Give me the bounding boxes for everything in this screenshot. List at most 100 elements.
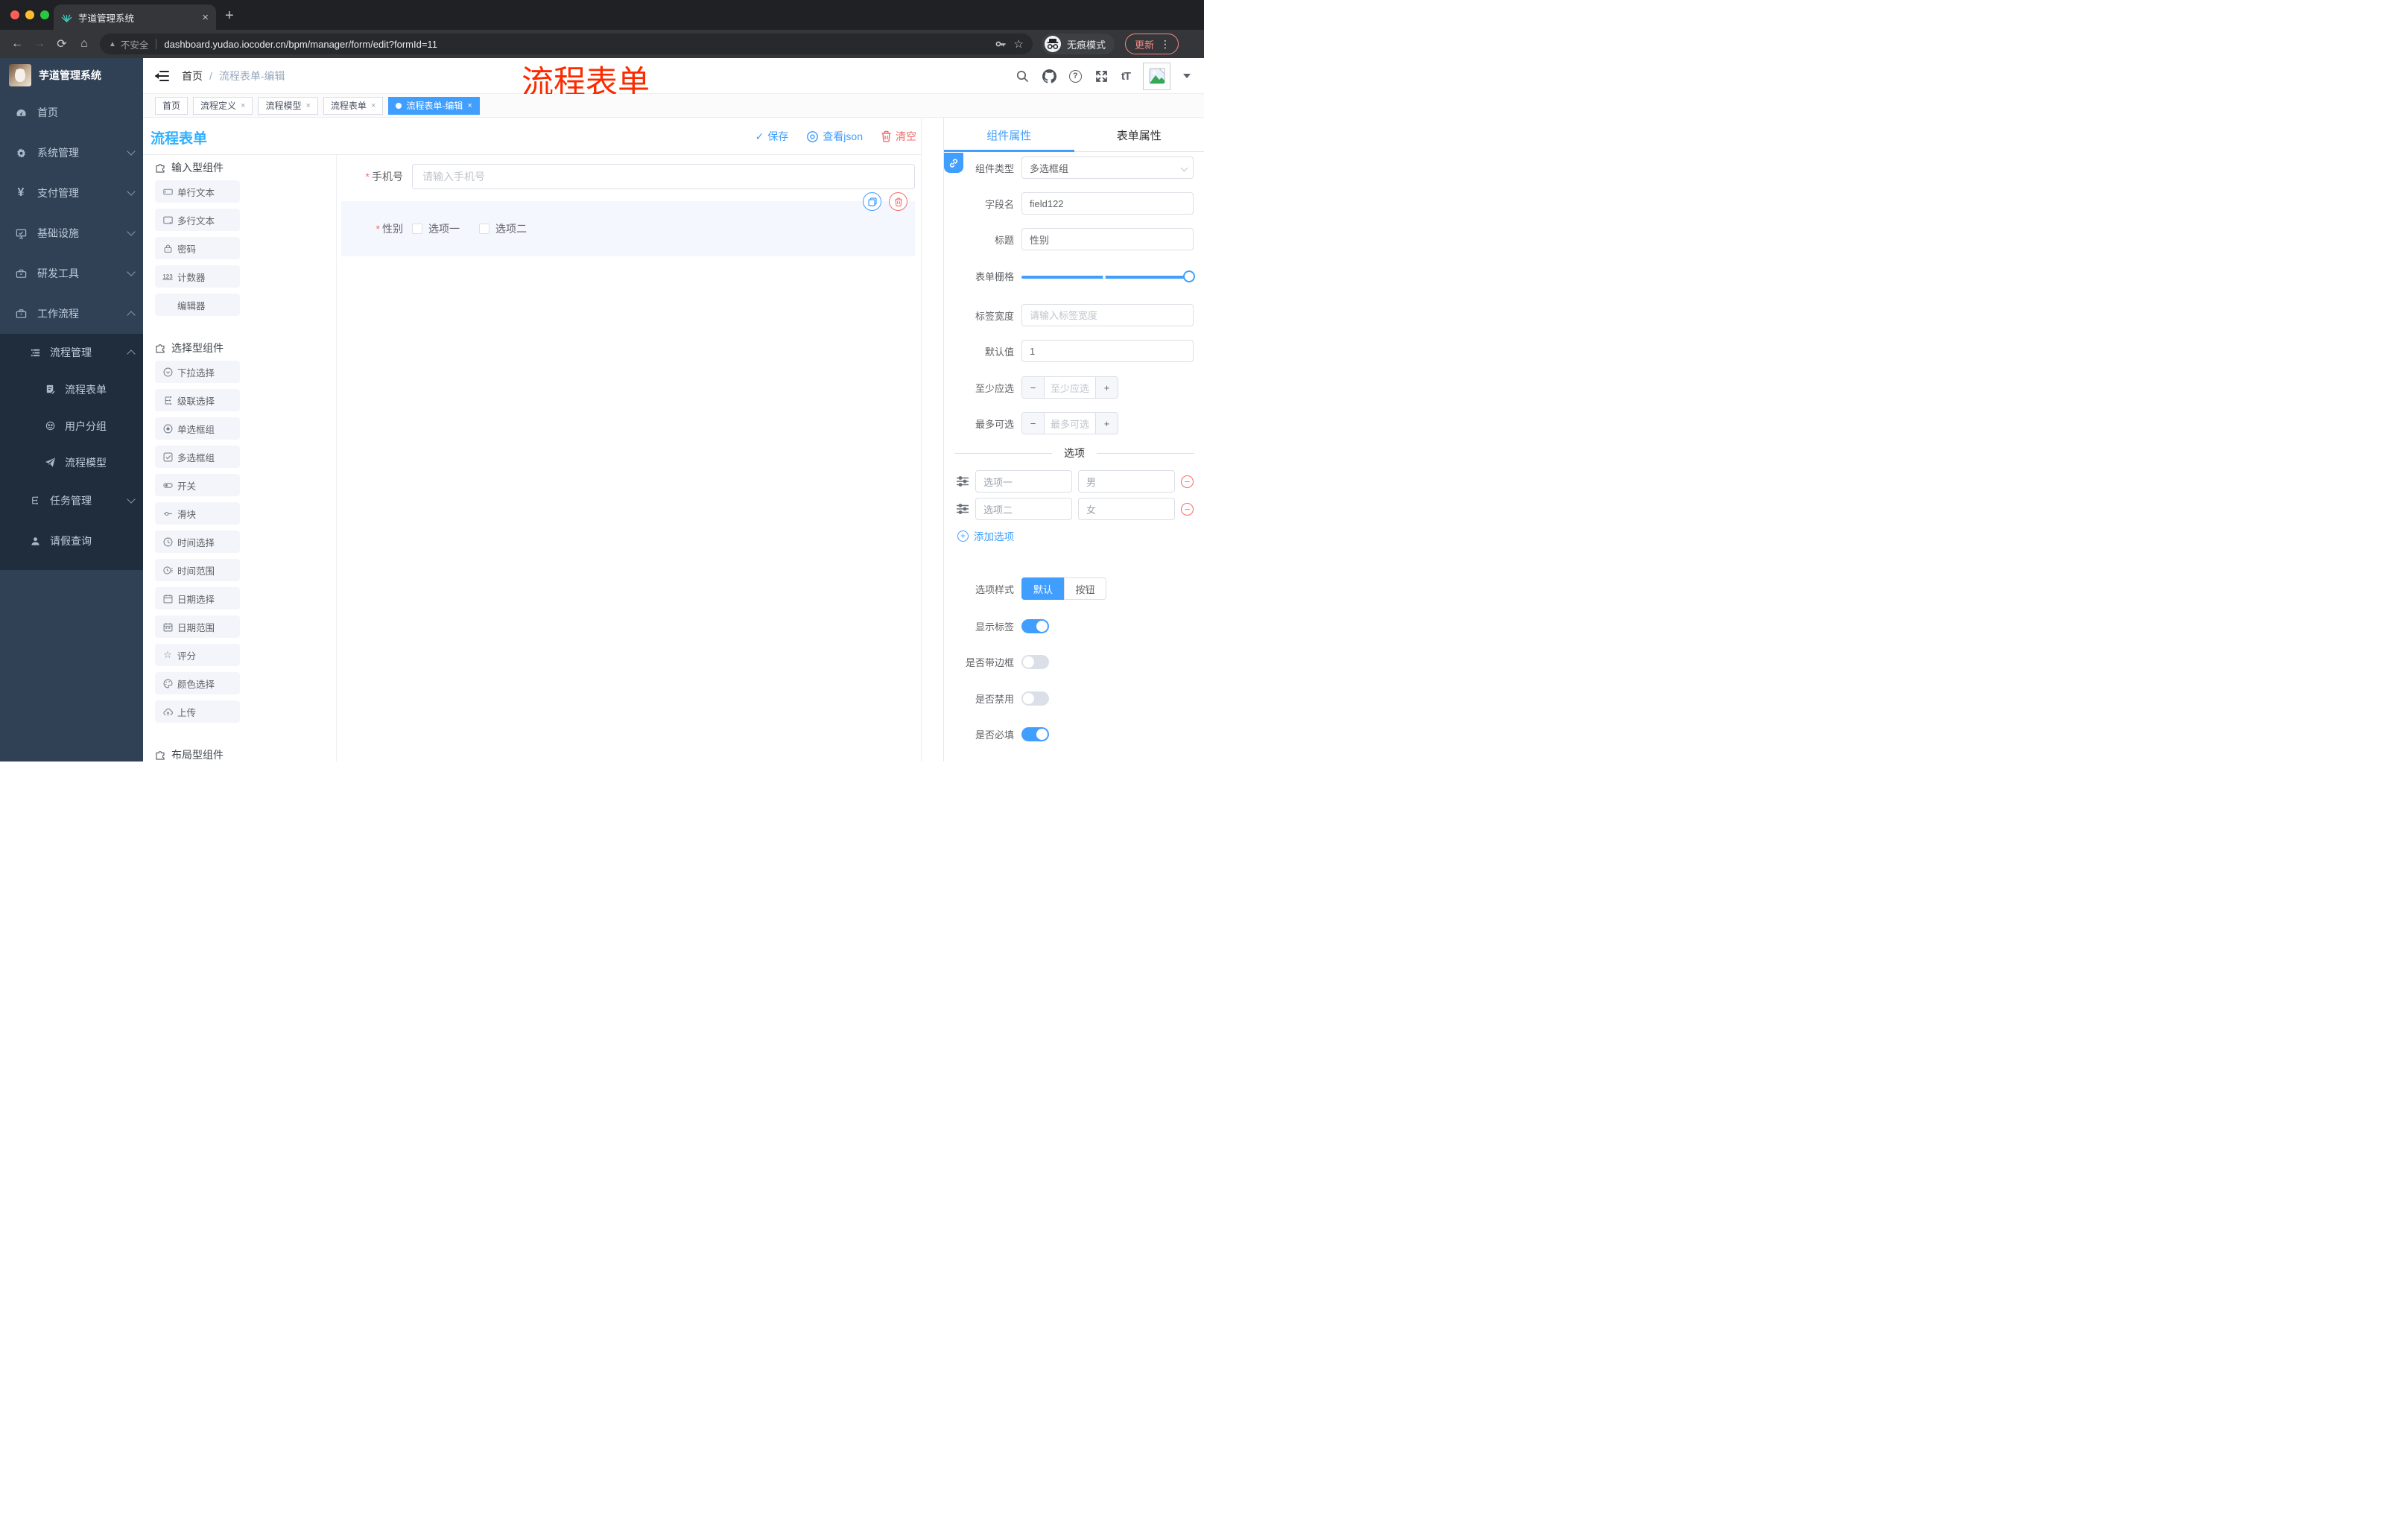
browser-menu-icon[interactable]: ⋮ xyxy=(1160,38,1170,51)
checkbox-icon[interactable] xyxy=(412,224,422,234)
palette-item-password[interactable]: 密码 xyxy=(155,237,240,259)
palette-item-slider[interactable]: 滑块 xyxy=(155,502,240,525)
palette-item-textarea[interactable]: 多行文本 xyxy=(155,209,240,231)
palette-item-date-range[interactable]: 日期范围 xyxy=(155,615,240,638)
remove-option-icon[interactable]: − xyxy=(1181,502,1194,516)
tag-process-model[interactable]: 流程模型 × xyxy=(258,96,318,115)
option-label-input[interactable]: 选项二 xyxy=(975,498,1072,520)
tab-form-props[interactable]: 表单属性 xyxy=(1074,118,1205,152)
view-json-button[interactable]: 查看json xyxy=(806,129,863,144)
decrease-icon[interactable]: − xyxy=(1022,413,1045,434)
sidebar-item-label[interactable]: 流程表单 xyxy=(65,382,107,397)
not-secure-label[interactable]: 不安全 xyxy=(121,37,149,51)
title-input[interactable] xyxy=(1021,228,1194,250)
label-width-input[interactable] xyxy=(1021,304,1194,326)
sidebar-item-system[interactable]: 系统管理 xyxy=(0,133,143,173)
canvas-field-phone[interactable]: * 手机号 请输入手机号 xyxy=(341,164,915,189)
sidebar-item-process-model[interactable]: 流程模型 xyxy=(0,444,143,481)
border-toggle[interactable] xyxy=(1021,655,1049,669)
fullscreen-icon[interactable] xyxy=(1094,69,1109,83)
sidebar-item-label[interactable]: 请假查询 xyxy=(50,533,92,548)
remove-option-icon[interactable]: − xyxy=(1181,475,1194,488)
font-size-icon[interactable]: tT xyxy=(1121,70,1131,83)
window-controls[interactable] xyxy=(10,10,49,19)
palette-item-editor[interactable]: 编辑器 xyxy=(155,294,240,316)
minimize-window-button[interactable] xyxy=(25,10,34,19)
clear-button[interactable]: 清空 xyxy=(881,129,916,144)
sidebar-item-label[interactable]: 首页 xyxy=(37,105,134,120)
sidebar-fold-icon[interactable] xyxy=(155,70,170,82)
password-key-icon[interactable] xyxy=(995,38,1007,50)
palette-item-date-picker[interactable]: 日期选择 xyxy=(155,587,240,609)
palette-item-counter[interactable]: 123 计数器 xyxy=(155,265,240,288)
form-canvas[interactable]: * 手机号 请输入手机号 * 性别 选项一 选项二 xyxy=(337,155,921,762)
avatar[interactable] xyxy=(1143,62,1170,90)
reload-icon[interactable]: ⟳ xyxy=(51,37,73,51)
browser-update-button[interactable]: 更新 ⋮ xyxy=(1125,34,1179,54)
palette-item-rate[interactable]: ☆ 评分 xyxy=(155,644,240,666)
gender-checkbox-option2[interactable]: 选项二 xyxy=(479,221,527,236)
tag-process-form[interactable]: 流程表单 × xyxy=(323,96,384,115)
required-toggle[interactable] xyxy=(1021,727,1049,741)
palette-item-cascader[interactable]: 级联选择 xyxy=(155,389,240,411)
sidebar-item-payment[interactable]: ¥ 支付管理 xyxy=(0,173,143,213)
palette-item-select[interactable]: 下拉选择 xyxy=(155,361,240,383)
default-value-input[interactable] xyxy=(1021,340,1194,362)
duplicate-component-button[interactable] xyxy=(863,192,881,211)
breadcrumb-home[interactable]: 首页 xyxy=(182,69,203,83)
tag-close-icon[interactable]: × xyxy=(371,101,376,110)
sidebar-item-infra[interactable]: 基础设施 xyxy=(0,213,143,253)
canvas-scrollbar[interactable] xyxy=(921,118,922,762)
palette-item-checkbox-group[interactable]: 多选框组 xyxy=(155,446,240,468)
tag-process-definition[interactable]: 流程定义 × xyxy=(193,96,253,115)
palette-item-time-picker[interactable]: 时间选择 xyxy=(155,531,240,553)
add-option-button[interactable]: + 添加选项 xyxy=(957,528,1014,543)
github-icon[interactable] xyxy=(1042,69,1056,83)
update-label[interactable]: 更新 xyxy=(1135,37,1154,51)
sidebar-item-label[interactable]: 用户分组 xyxy=(65,419,107,434)
browser-tab[interactable]: 芋道管理系统 × xyxy=(54,4,216,30)
close-window-button[interactable] xyxy=(10,10,19,19)
sidebar-item-workflow[interactable]: 工作流程 xyxy=(0,294,143,334)
palette-item-single-text[interactable]: 单行文本 xyxy=(155,180,240,203)
option-value-input[interactable]: 女 xyxy=(1078,498,1175,520)
gender-checkbox-option1[interactable]: 选项一 xyxy=(412,221,460,236)
tab-component-props[interactable]: 组件属性 xyxy=(944,118,1074,152)
palette-item-color-picker[interactable]: 颜色选择 xyxy=(155,672,240,694)
component-type-select[interactable] xyxy=(1021,156,1194,179)
sidebar-item-user-group[interactable]: 用户分组 xyxy=(0,408,143,444)
forward-icon[interactable]: → xyxy=(28,37,51,51)
tag-close-icon[interactable]: × xyxy=(467,101,472,110)
max-select-stepper[interactable]: − 最多可选 + xyxy=(1021,412,1118,434)
sidebar-item-home[interactable]: 首页 xyxy=(0,92,143,133)
sidebar-item-process-mgmt[interactable]: 流程管理 xyxy=(0,334,143,371)
sidebar-item-label[interactable]: 任务管理 xyxy=(50,493,119,508)
decrease-icon[interactable]: − xyxy=(1022,377,1045,398)
phone-input[interactable]: 请输入手机号 xyxy=(412,164,915,189)
tag-close-icon[interactable]: × xyxy=(241,101,245,110)
tag-home[interactable]: 首页 xyxy=(155,96,188,115)
palette-item-upload[interactable]: 上传 xyxy=(155,700,240,723)
save-button[interactable]: ✓ 保存 xyxy=(755,129,789,144)
style-button-button[interactable]: 按钮 xyxy=(1064,577,1106,600)
sidebar-item-label[interactable]: 支付管理 xyxy=(37,186,118,200)
option-value-input[interactable]: 男 xyxy=(1078,470,1175,493)
show-label-toggle[interactable] xyxy=(1021,619,1049,633)
new-tab-button[interactable]: + xyxy=(225,8,234,23)
sidebar-item-process-form[interactable]: 流程表单 xyxy=(0,371,143,408)
sidebar-item-label[interactable]: 基础设施 xyxy=(37,226,118,241)
sidebar-item-label[interactable]: 研发工具 xyxy=(37,266,118,281)
checkbox-icon[interactable] xyxy=(479,224,489,234)
palette-item-time-range[interactable]: 时间范围 xyxy=(155,559,240,581)
avatar-caret-icon[interactable] xyxy=(1183,74,1191,78)
delete-component-button[interactable] xyxy=(889,192,907,211)
palette-item-radio-group[interactable]: 单选框组 xyxy=(155,417,240,440)
option-label-input[interactable]: 选项一 xyxy=(975,470,1072,493)
search-icon[interactable] xyxy=(1016,69,1030,83)
help-icon[interactable]: ? xyxy=(1068,69,1082,83)
back-icon[interactable]: ← xyxy=(6,37,28,51)
style-default-button[interactable]: 默认 xyxy=(1021,577,1064,600)
increase-icon[interactable]: + xyxy=(1095,413,1118,434)
url-text[interactable]: dashboard.yudao.iocoder.cn/bpm/manager/f… xyxy=(164,39,986,50)
address-bar[interactable]: ▲ 不安全 dashboard.yudao.iocoder.cn/bpm/man… xyxy=(100,34,1033,54)
